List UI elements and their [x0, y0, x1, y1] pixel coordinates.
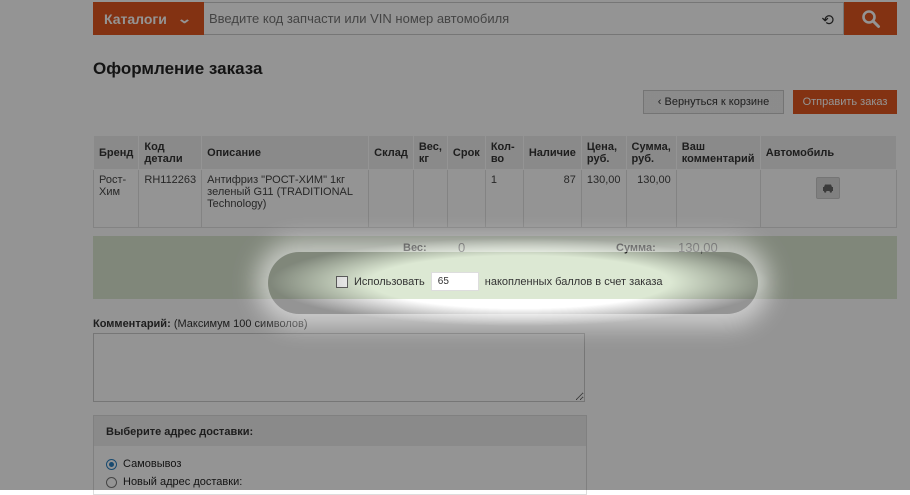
pickup-label: Самовывоз — [123, 458, 182, 470]
catalogs-button[interactable]: Каталоги ⌄ — [93, 2, 204, 35]
comment-label: Комментарий: — [93, 318, 171, 330]
table-row: Рост-Хим RH112263 Антифриз "РОСТ-ХИМ" 1к… — [92, 169, 898, 228]
sum-label: Сумма: — [616, 242, 656, 254]
col-comment: Ваш комментарий — [675, 135, 761, 170]
delivery-option-pickup[interactable]: Самовывоз — [106, 458, 181, 470]
cell-weight — [412, 169, 448, 228]
cell-warehouse — [368, 169, 414, 228]
col-stock: Наличие — [522, 135, 582, 170]
col-car: Автомобиль — [759, 135, 898, 170]
col-code: Код детали — [138, 135, 203, 170]
use-points-checkbox[interactable] — [336, 275, 348, 288]
col-brand: Бренд — [92, 135, 140, 170]
delivery-address-panel: Выберите адрес доставки: Самовывоз Новый… — [93, 415, 587, 495]
comment-hint: (Максимум 100 символов) — [173, 318, 308, 330]
cell-sum: 130,00 — [625, 169, 677, 228]
weight-value: 0 — [458, 240, 466, 255]
use-points-label: Использовать — [354, 275, 425, 288]
cell-description: Антифриз "РОСТ-ХИМ" 1кг зеленый G11 (TRA… — [201, 169, 370, 228]
search-icon — [861, 9, 880, 28]
order-page: Каталоги ⌄ ⟲ Оформление заказа ‹ Вернуть… — [0, 0, 910, 495]
cell-term — [446, 169, 486, 228]
sum-value: 130,00 — [678, 240, 718, 255]
cell-qty: 1 — [484, 169, 524, 228]
col-weight: Вес, кг — [412, 135, 448, 170]
page-title: Оформление заказа — [93, 59, 263, 78]
order-table: Бренд Код детали Описание Склад Вес, кг … — [92, 135, 898, 228]
search-button[interactable] — [844, 2, 897, 35]
col-warehouse: Склад — [368, 135, 414, 170]
back-to-cart-button[interactable]: ‹ Вернуться к корзине — [643, 90, 784, 114]
search-bar: Каталоги ⌄ ⟲ — [93, 2, 897, 35]
cell-stock: 87 — [522, 169, 582, 228]
col-term: Срок — [446, 135, 486, 170]
new-address-radio[interactable] — [106, 476, 117, 488]
col-description: Описание — [201, 135, 370, 170]
cell-comment[interactable] — [675, 169, 761, 228]
cell-code: RH112263 — [138, 169, 203, 228]
delivery-title: Выберите адрес доставки: — [94, 416, 586, 446]
pickup-radio[interactable] — [106, 458, 117, 470]
cell-price: 130,00 — [580, 169, 627, 228]
points-input[interactable] — [430, 272, 479, 291]
delivery-option-new-address[interactable]: Новый адрес доставки: — [106, 476, 242, 488]
history-icon[interactable]: ⟲ — [821, 11, 834, 29]
comment-label-wrap: Комментарий: (Максимум 100 символов) — [93, 318, 308, 330]
comment-textarea[interactable] — [93, 333, 585, 402]
catalogs-label: Каталоги — [104, 10, 167, 27]
table-header-row: Бренд Код детали Описание Склад Вес, кг … — [92, 135, 898, 170]
car-icon — [823, 184, 834, 193]
car-button[interactable] — [816, 177, 841, 199]
search-input[interactable] — [204, 2, 844, 35]
new-address-label: Новый адрес доставки: — [123, 476, 243, 488]
use-points-row: Использовать накопленных баллов в счет з… — [336, 272, 663, 291]
order-summary: Вес: 0 Сумма: 130,00 Использовать накопл… — [93, 236, 897, 299]
cell-car — [759, 169, 898, 228]
send-order-button[interactable]: Отправить заказ — [793, 90, 897, 114]
col-sum: Сумма, руб. — [625, 135, 677, 170]
cell-brand: Рост-Хим — [92, 169, 140, 228]
weight-label: Вес: — [403, 242, 427, 254]
points-suffix: накопленных баллов в счет заказа — [484, 275, 663, 288]
col-price: Цена, руб. — [580, 135, 627, 170]
chevron-down-icon: ⌄ — [176, 10, 192, 26]
col-qty: Кол-во — [484, 135, 524, 170]
